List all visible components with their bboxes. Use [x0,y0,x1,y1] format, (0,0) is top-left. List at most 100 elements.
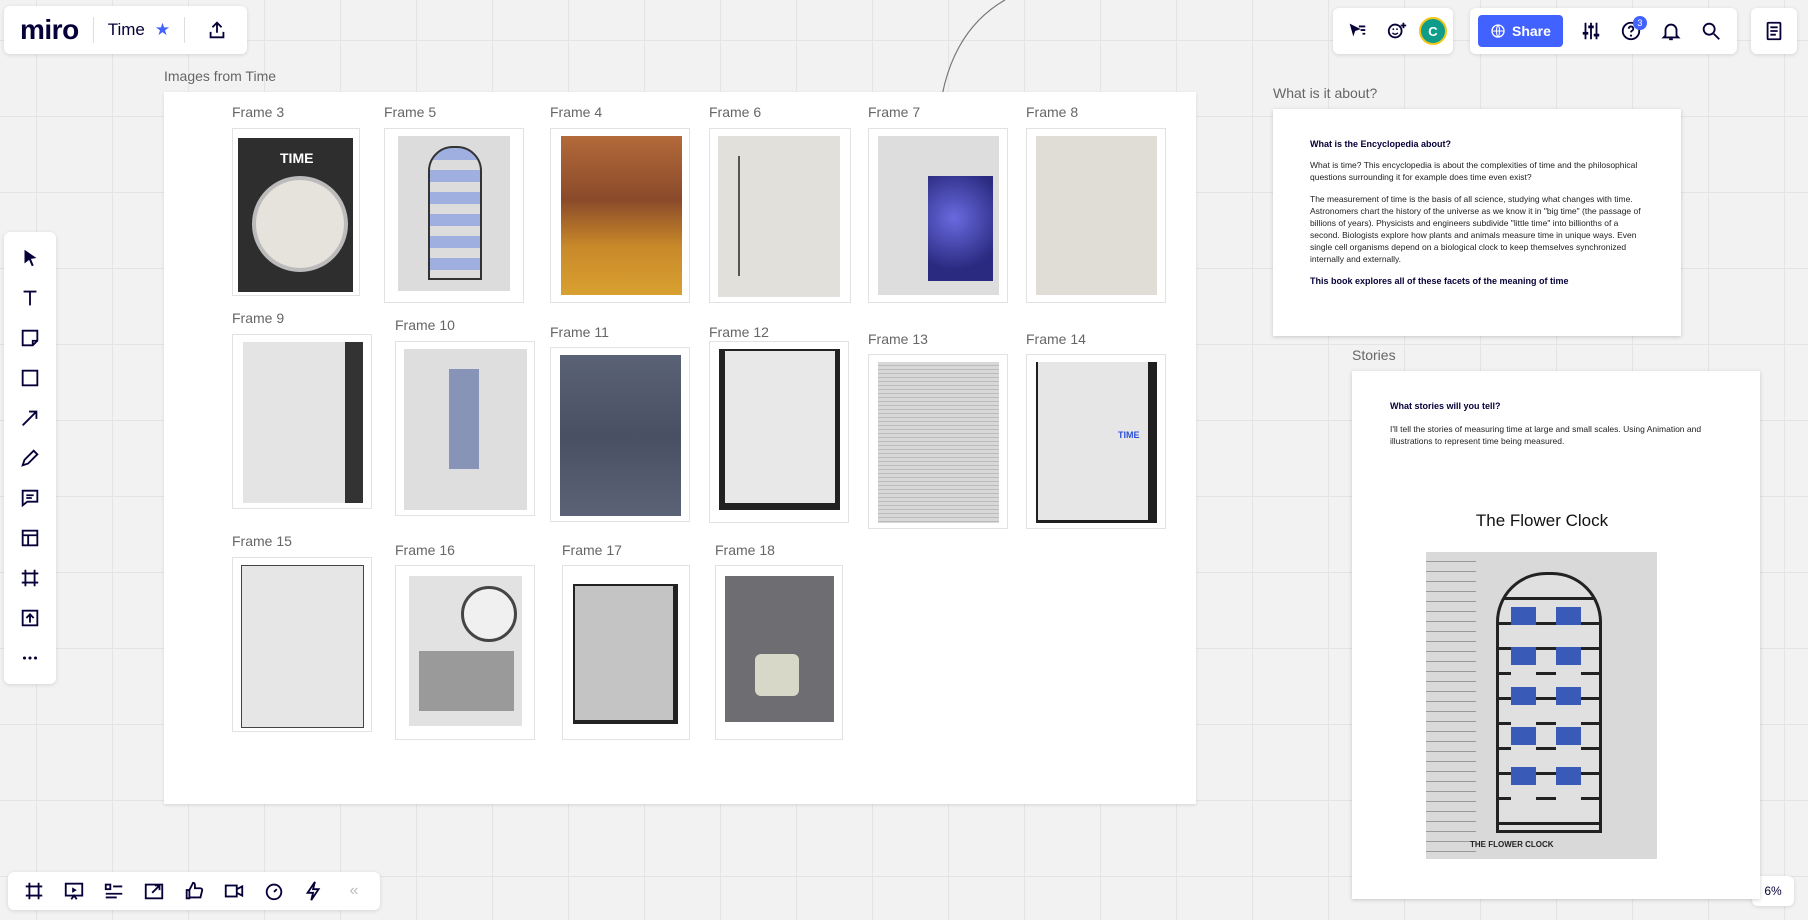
comment-tool-icon[interactable] [10,480,50,516]
frame-8[interactable] [1026,128,1166,303]
frame-title[interactable]: Frame 9 [232,310,284,326]
frame-10[interactable] [395,341,535,516]
frame-tool-icon[interactable] [10,560,50,596]
frame-title[interactable]: Frame 12 [709,324,769,340]
frame-4[interactable] [550,128,690,303]
title-page-photo [719,349,840,510]
board-title[interactable]: Time [108,20,145,40]
watch-cover-text: TIME [280,150,314,166]
frame-title[interactable]: Frame 5 [384,104,436,120]
pocket-watch-photo: TIME [238,138,353,292]
bottom-toolbar: « [8,872,380,910]
frame-title[interactable]: Frame 17 [562,542,622,558]
globe-icon [1491,24,1505,38]
frame-14[interactable]: TIME [1026,354,1166,529]
time-title-page-photo: TIME [1036,362,1157,523]
frame-title[interactable]: Frame 14 [1026,331,1086,347]
template-icon[interactable] [10,520,50,556]
notes-panel-button[interactable] [1751,8,1797,54]
help-icon[interactable]: 3 [1613,13,1649,49]
settings-sliders-icon[interactable] [1573,13,1609,49]
divider [92,17,94,43]
frame-16[interactable] [395,565,535,740]
about-paragraph-1: What is time? This encyclopedia is about… [1310,160,1638,182]
sticky-note-icon[interactable] [10,320,50,356]
frame-title[interactable]: Frame 6 [709,104,761,120]
more-tools-icon[interactable] [10,640,50,676]
blue-flowers-photo [878,136,999,295]
frame-title[interactable]: Frame 4 [550,104,602,120]
frame-9[interactable] [232,334,372,509]
share-screen-icon[interactable] [136,874,172,908]
user-avatar[interactable]: C [1419,17,1447,45]
frame-title[interactable]: Frame 7 [868,104,920,120]
flower-clock-heading: The Flower Clock [1475,511,1609,530]
temple-photo [561,136,682,295]
add-reaction-icon[interactable] [1379,13,1415,49]
plant-sketch-page [1036,136,1157,295]
frame-title[interactable]: Frame 18 [715,542,775,558]
creation-toolbar [4,232,56,684]
select-cursor-icon[interactable] [10,240,50,276]
about-frame-title[interactable]: What is it about? [1273,85,1377,101]
help-badge: 3 [1632,16,1647,30]
frame-18[interactable] [715,565,843,740]
frame-11[interactable] [550,347,690,522]
export-icon[interactable] [199,12,235,48]
video-icon[interactable] [216,874,252,908]
flower-clock-image: THE FLOWER CLOCK [1426,552,1657,859]
notes-icon [1766,21,1782,41]
about-paragraph-2: The measurement of time is the basis of … [1310,194,1641,264]
text-page-photo [878,362,999,523]
shape-tool-icon[interactable] [10,360,50,396]
star-icon[interactable]: ★ [155,20,170,40]
arrow-tool-icon[interactable] [10,400,50,436]
presentation-icon[interactable] [56,874,92,908]
lightning-icon[interactable] [296,874,332,908]
frame-title[interactable]: Frame 10 [395,317,455,333]
frame-5[interactable] [384,128,524,303]
text-tool-icon[interactable] [10,280,50,316]
frame-title[interactable]: Frame 3 [232,104,284,120]
collab-toolbar: C [1333,8,1453,54]
frame-title[interactable]: Frame 15 [232,533,292,549]
stories-paragraph: I'll tell the stories of measuring time … [1390,424,1702,446]
miro-logo[interactable]: miro [20,14,79,46]
board-header: miro Time ★ [4,6,248,54]
share-button[interactable]: Share [1478,15,1563,47]
board-outline-icon[interactable] [96,874,132,908]
stories-frame-title[interactable]: Stories [1352,347,1396,363]
timer-icon[interactable] [256,874,292,908]
search-icon[interactable] [1693,13,1729,49]
frame-12[interactable] [709,341,849,523]
pendulum-cover-photo [725,576,834,722]
divider [184,17,186,43]
frame-17[interactable] [562,565,690,740]
main-toolbar: Share 3 [1470,8,1737,54]
upload-icon[interactable] [10,600,50,636]
time-logo-text: TIME [1118,430,1140,440]
bell-icon[interactable] [1653,13,1689,49]
frame-title[interactable]: Frame 11 [550,324,609,340]
frame-title[interactable]: Frame 13 [868,331,928,347]
cursor-filter-icon[interactable] [1339,13,1375,49]
watch-face [252,176,348,272]
flower-clock-page [398,136,510,291]
frame-3[interactable]: TIME [232,128,360,296]
frame-6[interactable] [709,128,851,303]
map-page-photo [404,349,527,510]
frame-13[interactable] [868,354,1008,529]
frames-icon[interactable] [16,874,52,908]
about-document[interactable]: What is the Encyclopedia about? What is … [1273,109,1681,336]
thumbs-up-icon[interactable] [176,874,212,908]
main-frame-title[interactable]: Images from Time [164,68,276,84]
frame-15[interactable] [232,557,372,732]
back-cover-photo [573,584,678,724]
stories-document[interactable]: What stories will you tell? I'll tell th… [1352,371,1760,899]
frame-title[interactable]: Frame 8 [1026,104,1078,120]
pen-tool-icon[interactable] [10,440,50,476]
clock-machine-photo [409,576,522,726]
frame-title[interactable]: Frame 16 [395,542,455,558]
collapse-toolbar-icon[interactable]: « [336,874,372,908]
frame-7[interactable] [868,128,1008,303]
